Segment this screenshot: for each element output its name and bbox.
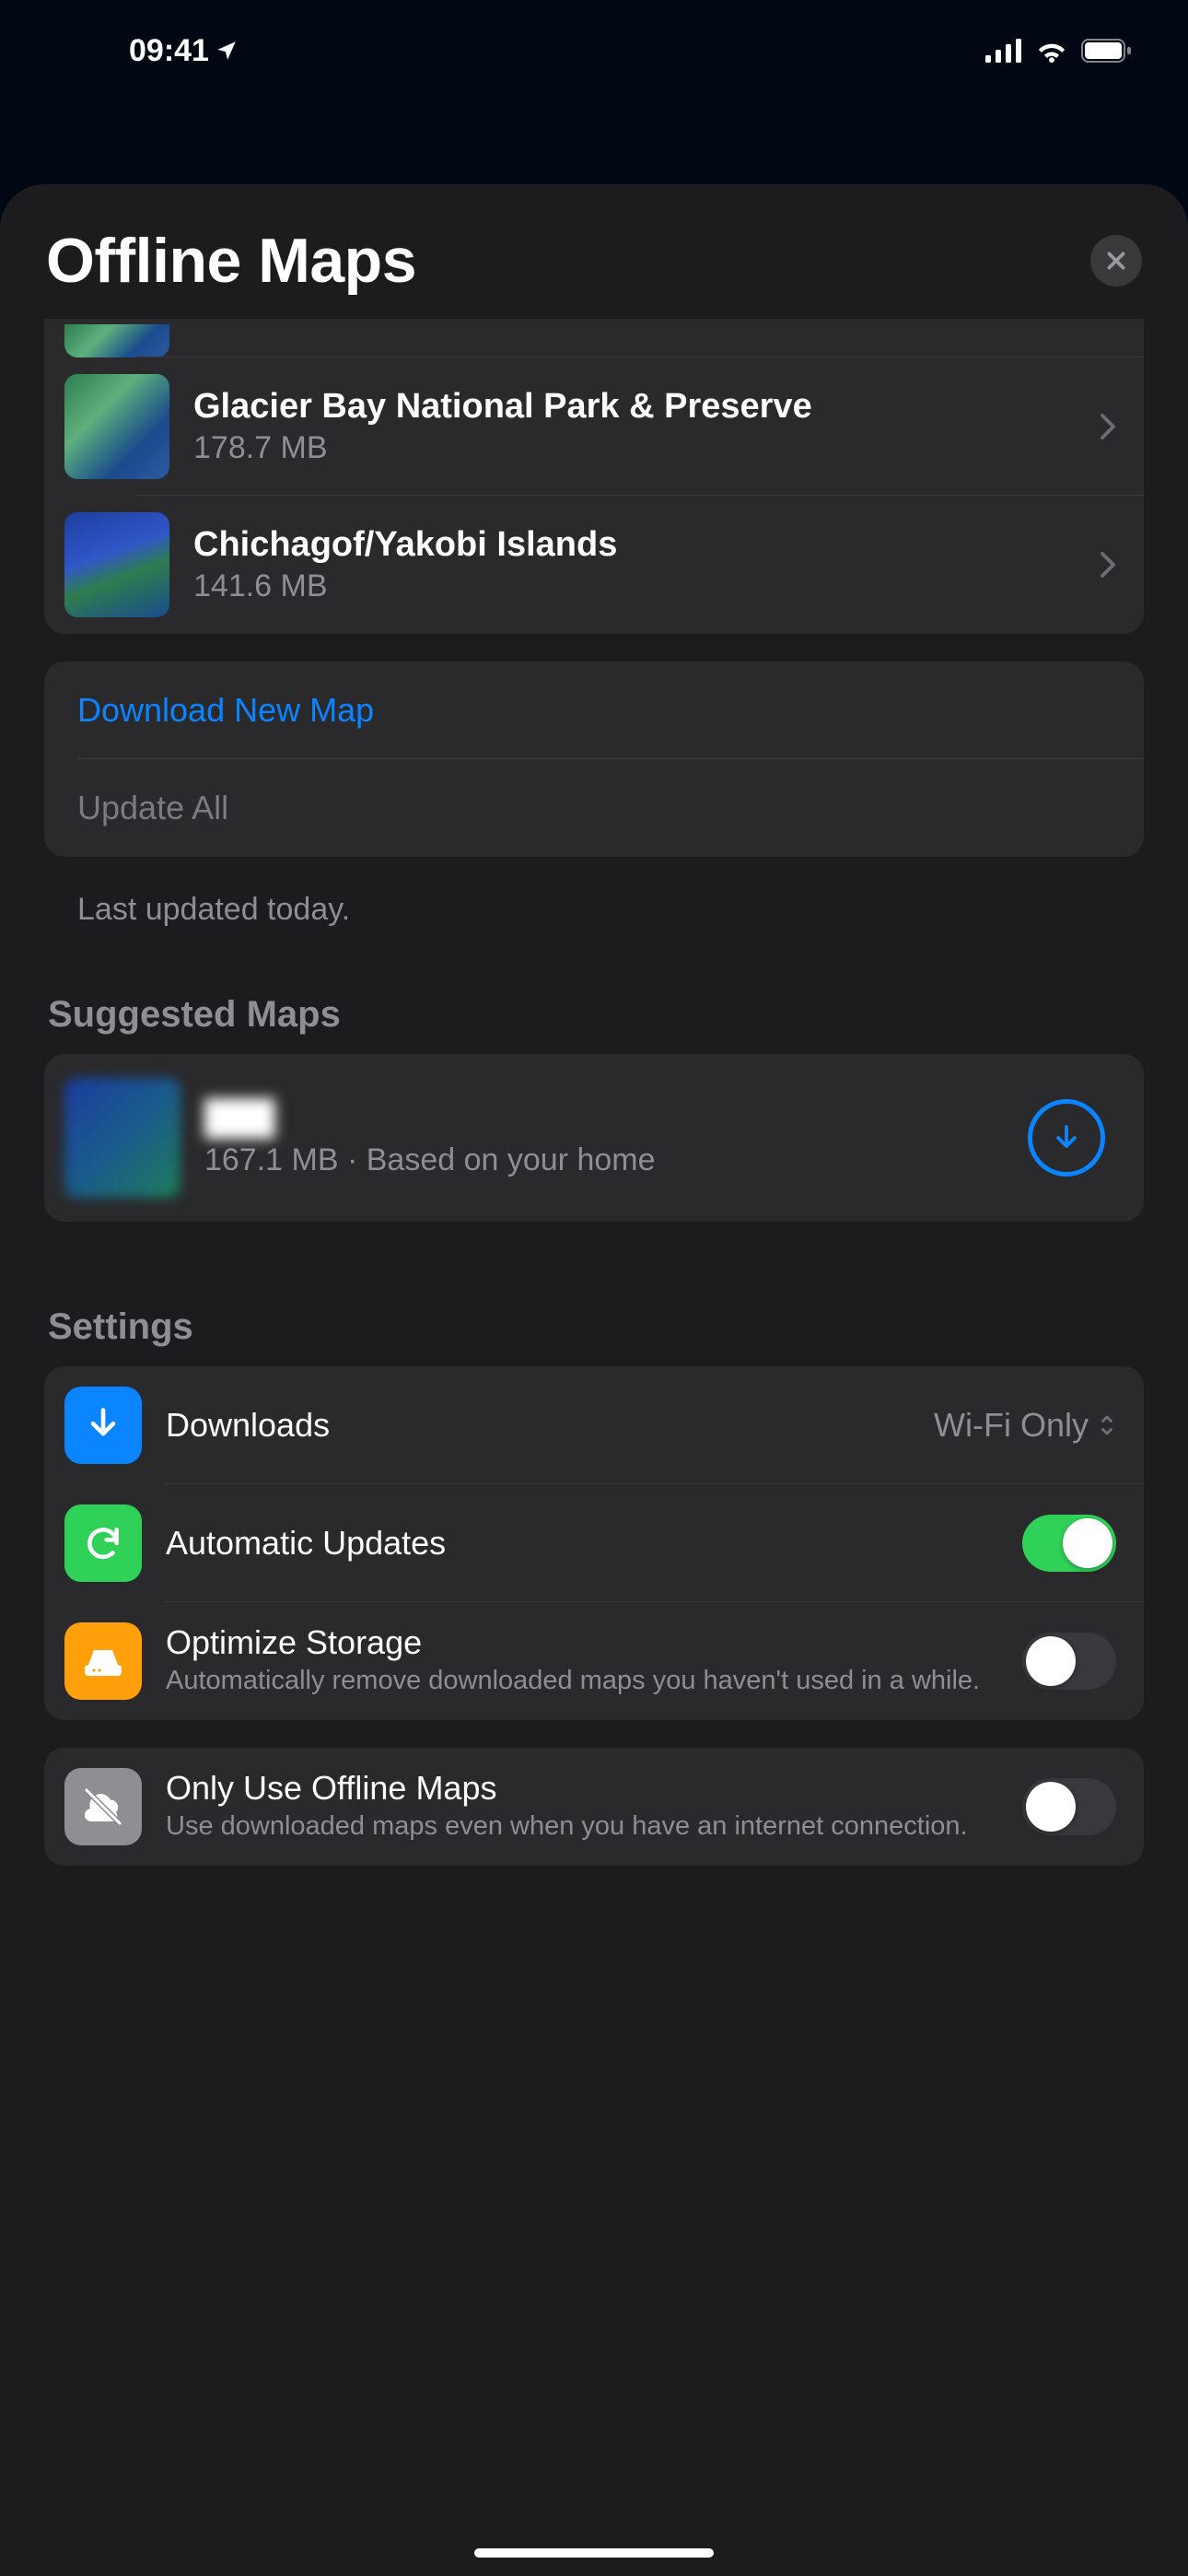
optimize-storage-toggle[interactable]: [1022, 1633, 1116, 1690]
suggested-title: ███: [204, 1098, 1004, 1137]
suggested-group: ███ 167.1 MB · Based on your home: [44, 1054, 1144, 1222]
offline-only-setting: Only Use Offline Maps Use downloaded map…: [44, 1748, 1144, 1866]
home-indicator[interactable]: [474, 2548, 714, 2558]
setting-label: Optimize Storage: [166, 1623, 998, 1662]
map-thumbnail: [64, 1078, 181, 1198]
page-title: Offline Maps: [46, 225, 416, 297]
cloud-off-icon: [64, 1768, 142, 1845]
updown-chevron-icon: [1098, 1411, 1116, 1439]
auto-updates-toggle[interactable]: [1022, 1515, 1116, 1572]
map-title: Glacier Bay National Park & Preserve: [193, 387, 1076, 427]
close-icon: [1104, 249, 1128, 273]
suggested-subtitle: 167.1 MB · Based on your home: [204, 1142, 1004, 1178]
map-title: Chichagof/Yakobi Islands: [193, 525, 1076, 565]
suggested-map-row[interactable]: ███ 167.1 MB · Based on your home: [44, 1054, 1144, 1222]
actions-group: Download New Map Update All: [44, 662, 1144, 857]
download-button[interactable]: [1028, 1099, 1105, 1177]
download-new-map-button[interactable]: Download New Map: [44, 662, 1144, 759]
setting-sublabel: Use downloaded maps even when you have a…: [166, 1809, 998, 1844]
offline-only-toggle[interactable]: [1022, 1778, 1116, 1835]
setting-label: Only Use Offline Maps: [166, 1769, 998, 1808]
clock: 09:41: [129, 33, 209, 69]
sheet-header: Offline Maps: [0, 184, 1188, 319]
refresh-icon: [64, 1505, 142, 1582]
settings-group-1: Downloads Wi-Fi Only Automatic Updates: [44, 1366, 1144, 1720]
status-bar: 09:41: [0, 0, 1188, 101]
auto-updates-setting: Automatic Updates: [44, 1484, 1144, 1602]
last-updated-label: Last updated today.: [44, 884, 1144, 974]
close-button[interactable]: [1090, 235, 1142, 287]
download-icon: [64, 1387, 142, 1464]
map-thumbnail: [64, 512, 169, 617]
setting-label: Downloads: [166, 1406, 910, 1445]
update-all-button[interactable]: Update All: [44, 759, 1144, 857]
map-thumbnail: [64, 324, 169, 357]
wifi-icon: [1035, 39, 1068, 63]
cellular-icon: [985, 39, 1022, 63]
map-row[interactable]: Chichagof/Yakobi Islands 141.6 MB: [44, 496, 1144, 634]
chevron-right-icon: [1100, 551, 1116, 579]
offline-maps-sheet: Offline Maps Glacier Bay National Park &…: [0, 184, 1188, 2576]
status-time: 09:41: [129, 33, 239, 69]
status-right: [985, 39, 1133, 63]
download-arrow-icon: [1050, 1121, 1083, 1154]
setting-sublabel: Automatically remove downloaded maps you…: [166, 1664, 998, 1699]
optimize-storage-setting: Optimize Storage Automatically remove do…: [44, 1602, 1144, 1720]
chevron-right-icon: [1100, 413, 1116, 440]
map-thumbnail: [64, 374, 169, 479]
settings-group-2: Only Use Offline Maps Use downloaded map…: [44, 1748, 1144, 1866]
location-arrow-icon: [215, 39, 239, 63]
map-size: 141.6 MB: [193, 568, 1076, 604]
storage-icon: [64, 1622, 142, 1700]
map-size: 178.7 MB: [193, 430, 1076, 466]
downloaded-maps-group: Glacier Bay National Park & Preserve 178…: [44, 319, 1144, 634]
suggested-section-label: Suggested Maps: [44, 974, 1144, 1054]
map-row[interactable]: Glacier Bay National Park & Preserve 178…: [44, 357, 1144, 496]
setting-label: Automatic Updates: [166, 1524, 998, 1563]
battery-icon: [1081, 39, 1133, 63]
downloads-value: Wi-Fi Only: [934, 1406, 1116, 1445]
downloads-setting[interactable]: Downloads Wi-Fi Only: [44, 1366, 1144, 1484]
settings-section-label: Settings: [44, 1286, 1144, 1366]
map-row-clipped[interactable]: [44, 319, 1144, 357]
